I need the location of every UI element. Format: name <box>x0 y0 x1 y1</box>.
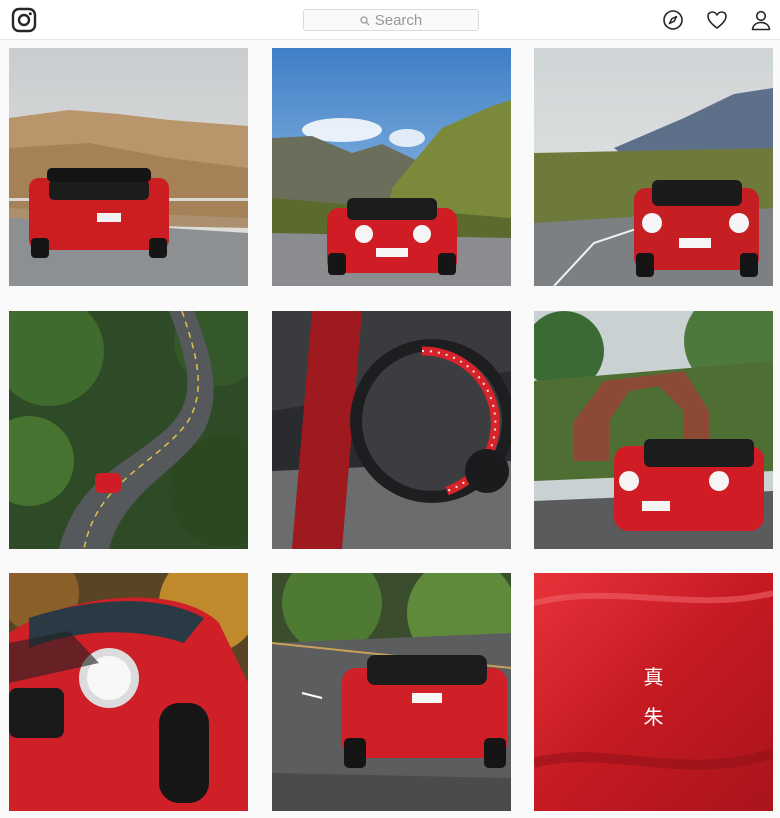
post-image <box>534 573 773 811</box>
post-thumbnail[interactable] <box>272 48 511 286</box>
heart-icon[interactable] <box>706 9 728 31</box>
post-image <box>534 311 773 549</box>
post-thumbnail[interactable] <box>9 573 248 811</box>
top-navigation-bar: Search <box>0 0 780 40</box>
post-thumbnail[interactable] <box>272 311 511 549</box>
post-caption-char-2: 朱 <box>643 705 664 729</box>
post-thumbnail[interactable] <box>272 573 511 811</box>
search-placeholder: Search <box>374 11 423 29</box>
post-thumbnail[interactable] <box>9 48 248 286</box>
post-image <box>9 573 248 811</box>
compass-icon[interactable] <box>662 9 684 31</box>
post-image <box>9 48 248 286</box>
post-image <box>272 573 511 811</box>
instagram-logo-icon[interactable] <box>11 7 37 33</box>
post-image <box>9 311 248 549</box>
post-image <box>272 311 511 549</box>
post-caption-char-1: 真 <box>643 665 664 689</box>
post-thumbnail[interactable] <box>9 311 248 549</box>
search-input[interactable]: Search <box>303 9 479 31</box>
post-thumbnail[interactable] <box>534 48 773 286</box>
person-icon[interactable] <box>750 9 772 31</box>
post-image <box>534 48 773 286</box>
search-icon <box>360 15 370 25</box>
post-thumbnail[interactable] <box>534 311 773 549</box>
post-image <box>272 48 511 286</box>
post-thumbnail[interactable]: 真 朱 <box>534 573 773 811</box>
